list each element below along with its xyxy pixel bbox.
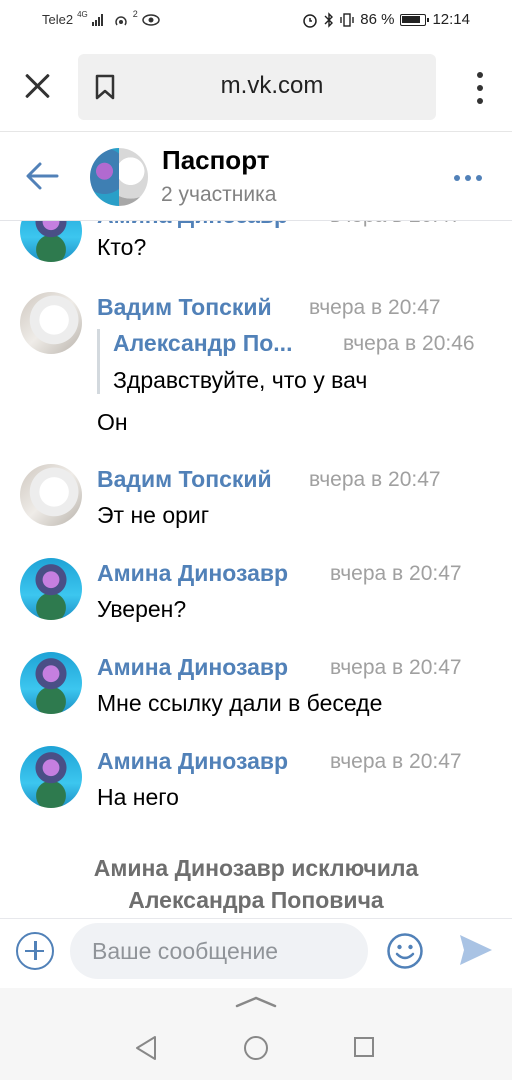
carrier-label: Tele2 <box>42 12 74 27</box>
message-author[interactable]: Амина Динозавр <box>97 654 288 681</box>
nav-home-icon[interactable] <box>244 1036 268 1060</box>
vibrate-icon <box>340 12 354 27</box>
kebab-menu-icon[interactable] <box>476 72 484 104</box>
close-icon[interactable] <box>24 72 52 100</box>
back-arrow-icon[interactable] <box>24 161 60 191</box>
nav-back-icon[interactable] <box>134 1035 158 1061</box>
message-input[interactable] <box>70 923 368 979</box>
message-author[interactable]: Вадим Топский <box>97 294 272 321</box>
message-time: вчера в 20:47 <box>309 468 441 491</box>
battery-percent: 86 % <box>360 11 395 28</box>
avatar[interactable] <box>20 558 82 620</box>
system-message-line2: Александра Поповича <box>128 887 384 913</box>
bluetooth-icon <box>324 11 334 28</box>
message-author[interactable]: Амина Динозавр <box>97 560 288 587</box>
message-list: Амина Динозавр вчера в 20:47 Кто? Вадим … <box>0 200 512 918</box>
quote-bar <box>97 329 100 394</box>
message-time: вчера в 20:47 <box>309 296 441 319</box>
browser-toolbar: m.vk.com <box>0 44 512 132</box>
signal-icon <box>91 13 103 26</box>
avatar[interactable] <box>20 292 82 354</box>
message-text: Уверен? <box>97 596 187 622</box>
send-icon[interactable] <box>458 933 494 967</box>
quote-time: вчера в 20:46 <box>343 332 475 355</box>
chevron-up-icon[interactable] <box>234 994 278 1008</box>
smile-icon[interactable] <box>386 932 424 970</box>
message-text: Эт не ориг <box>97 502 210 528</box>
message-text: Кто? <box>97 234 147 260</box>
nav-recent-icon[interactable] <box>354 1037 374 1057</box>
message-time: вчера в 20:47 <box>330 656 462 679</box>
avatar[interactable] <box>20 746 82 808</box>
clock: 12:14 <box>432 11 470 28</box>
status-left: Tele2 4G 2 <box>42 8 160 27</box>
alarm-icon <box>303 13 317 28</box>
quote-text: Здравствуйте, что у вач <box>113 367 368 393</box>
message-author[interactable]: Амина Динозавр <box>97 748 288 775</box>
network-label: 4G <box>77 10 88 19</box>
message-composer <box>0 918 512 988</box>
plus-icon[interactable] <box>16 932 54 970</box>
system-nav-bar <box>0 988 512 1080</box>
chat-avatar[interactable] <box>90 148 148 206</box>
battery-icon <box>400 13 430 26</box>
message-text: На него <box>97 784 179 810</box>
more-dots-icon[interactable] <box>454 175 482 181</box>
chat-title[interactable]: Паспорт <box>162 145 269 176</box>
system-message-line1: Амина Динозавр исключила <box>93 855 419 881</box>
quote-author[interactable]: Александр По... <box>113 330 292 357</box>
avatar[interactable] <box>20 652 82 714</box>
message-time: вчера в 20:47 <box>330 750 462 773</box>
chat-participants[interactable]: 2 участника <box>161 183 276 207</box>
status-right: 86 % 12:14 <box>302 11 470 28</box>
system-message: Амина Динозавр исключила Александра Попо… <box>0 852 512 916</box>
status-bar: Tele2 4G 2 86 % 12:14 <box>0 0 512 44</box>
message-author[interactable]: Вадим Топский <box>97 466 272 493</box>
url-bar[interactable]: m.vk.com <box>78 54 436 120</box>
message-time: вчера в 20:47 <box>330 562 462 585</box>
hotspot-count: 2 <box>132 8 138 19</box>
message-text: Он <box>97 409 128 435</box>
hotspot-icon <box>115 15 127 25</box>
chat-header: Паспорт 2 участника <box>0 133 512 221</box>
url-text[interactable]: m.vk.com <box>78 72 436 100</box>
eye-icon <box>142 13 160 26</box>
message-text: Мне ссылку дали в беседе <box>97 690 383 716</box>
avatar[interactable] <box>20 464 82 526</box>
